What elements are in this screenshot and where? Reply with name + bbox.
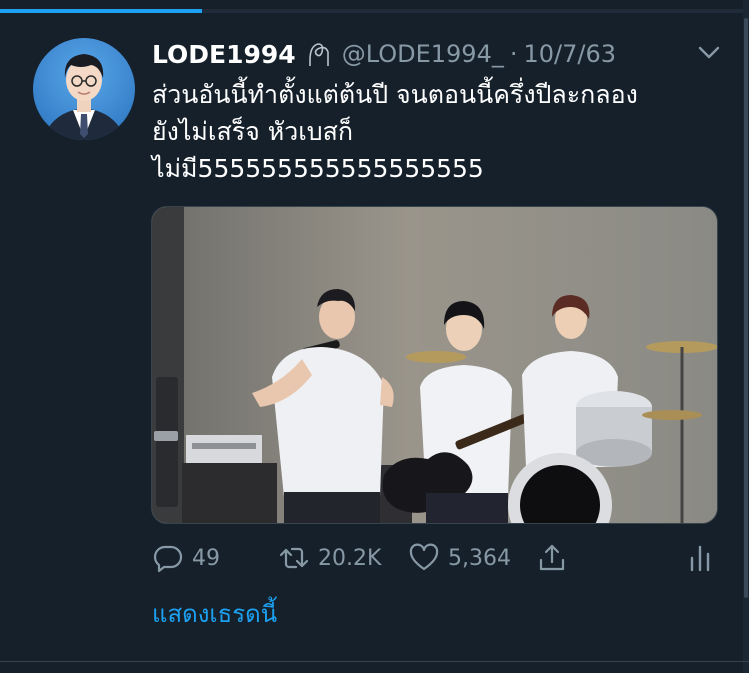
- retweet-button[interactable]: 20.2K: [278, 538, 381, 578]
- tweet-text-line: ยังไม่เสร็จ หัวเบสก็: [152, 117, 354, 146]
- tweet-image[interactable]: [151, 206, 718, 524]
- video-progress-track: [0, 9, 749, 13]
- reply-icon: [153, 545, 183, 573]
- retweet-count: 20.2K: [318, 545, 382, 571]
- header-separator: ·: [509, 40, 518, 68]
- share-button[interactable]: [536, 538, 568, 578]
- like-button[interactable]: 5,364: [408, 538, 511, 578]
- tweet-text-line: ส่วนอันนี้ทำตั้งแต่ต้นปี จนตอนนี้ครึ่งปี…: [152, 80, 638, 109]
- heart-icon: [409, 543, 439, 571]
- share-icon: [539, 544, 565, 571]
- scrollbar-thumb[interactable]: [744, 18, 748, 598]
- user-handle[interactable]: @LODE1994_: [342, 40, 504, 68]
- reply-button[interactable]: 49: [152, 538, 220, 578]
- tweet-divider: [0, 661, 749, 662]
- tweet-text: ส่วนอันนี้ทำตั้งแต่ต้นปี จนตอนนี้ครึ่งปี…: [152, 76, 712, 187]
- reply-count: 49: [192, 545, 220, 571]
- tweet-page: LODE1994 @LODE1994_ · 10/7/63 ส่วนอันนี้…: [0, 0, 749, 673]
- tweet-text-line: ไม่มี555555555555555555: [152, 154, 484, 183]
- tweet-header: LODE1994 @LODE1994_ · 10/7/63: [152, 34, 616, 74]
- chevron-down-icon[interactable]: [695, 40, 723, 64]
- show-thread-link[interactable]: แสดงเธรดนี้: [152, 594, 277, 633]
- video-progress-fill: [0, 9, 203, 13]
- seedling-like-glyph-icon: [306, 40, 336, 68]
- analytics-button[interactable]: [684, 538, 716, 578]
- tweet-actions: 49 20.2K 5,364: [152, 538, 722, 578]
- scrollbar[interactable]: [743, 0, 749, 673]
- analytics-icon: [690, 545, 710, 572]
- tweet-timestamp[interactable]: 10/7/63: [523, 40, 616, 68]
- display-name[interactable]: LODE1994: [152, 40, 296, 69]
- retweet-icon: [279, 547, 309, 569]
- like-count: 5,364: [448, 545, 511, 571]
- avatar[interactable]: [33, 38, 135, 140]
